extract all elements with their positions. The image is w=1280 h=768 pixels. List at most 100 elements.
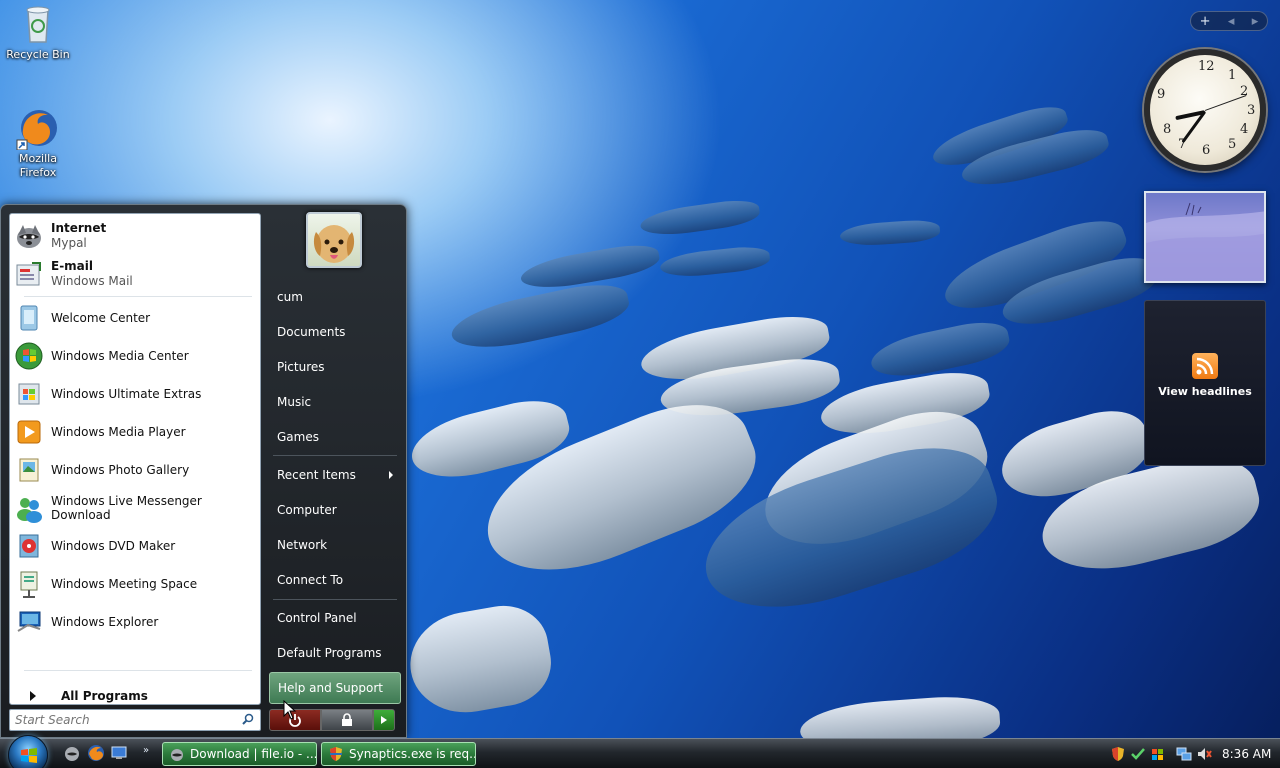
arrow-right-icon	[381, 716, 387, 724]
program-label: Windows Explorer	[51, 615, 159, 629]
lock-icon	[342, 713, 352, 726]
quicklaunch-mypal[interactable]	[63, 744, 81, 762]
right-item-label: Default Programs	[277, 646, 382, 660]
dvd-maker-icon	[14, 531, 44, 561]
messenger-icon	[14, 493, 44, 523]
system-tray: 8:36 AM	[1110, 742, 1276, 766]
program-windows-explorer[interactable]: Windows Explorer	[14, 604, 258, 640]
right-item-label: cum	[277, 290, 303, 304]
photo-gallery-icon	[14, 455, 44, 485]
program-label: Windows Live Messenger Download	[51, 494, 202, 522]
program-label: Windows Meeting Space	[51, 577, 198, 591]
program-windows-meeting-space[interactable]: Windows Meeting Space	[14, 566, 258, 602]
program-welcome-center[interactable]: Welcome Center	[14, 300, 258, 336]
program-label: Windows Media Player	[51, 425, 186, 439]
taskbar-button-download[interactable]: Download | file.io - ...	[162, 742, 317, 766]
right-item-computer[interactable]: Computer	[269, 494, 401, 526]
right-item-music[interactable]: Music	[269, 386, 401, 418]
program-label: Windows Photo Gallery	[51, 463, 190, 477]
pinned-item-subtitle: Windows Mail	[51, 274, 133, 288]
clock-number: 9	[1157, 87, 1166, 102]
windows-explorer-icon	[14, 607, 44, 637]
checkmark-icon[interactable]	[1130, 746, 1146, 762]
clock-number: 8	[1163, 122, 1172, 137]
program-label: Welcome Center	[51, 311, 151, 325]
feed-headlines-gadget[interactable]: View headlines	[1144, 300, 1266, 466]
program-windows-dvd-maker[interactable]: Windows DVD Maker	[14, 528, 258, 564]
program-label: Windows DVD Maker	[51, 539, 176, 553]
right-item-control-panel[interactable]: Control Panel	[269, 602, 401, 634]
ultimate-extras-icon	[14, 379, 44, 409]
clock-gadget[interactable]: 12 1 2 3 4 5 6 7 8 9 10 11	[1144, 49, 1266, 171]
next-gadget-button[interactable]: ▸	[1252, 14, 1259, 29]
rss-icon	[1192, 353, 1218, 379]
taskbar: » Download | file.io - ... Synaptics.exe…	[0, 735, 1280, 768]
right-item-label: Computer	[277, 503, 337, 517]
right-item-label: Games	[277, 430, 319, 444]
program-windows-live-messenger-download[interactable]: Windows Live Messenger Download	[14, 490, 258, 526]
quicklaunch-firefox[interactable]	[87, 744, 105, 762]
pinned-item-internet[interactable]: Internet Mypal	[14, 218, 258, 254]
right-item-label: Music	[277, 395, 312, 409]
right-item-recent-items[interactable]: Recent Items	[269, 459, 401, 491]
media-player-icon	[14, 417, 44, 447]
all-programs-button[interactable]: All Programs	[20, 686, 256, 706]
slideshow-gadget[interactable]	[1144, 191, 1266, 283]
pinned-item-email[interactable]: E-mail Windows Mail	[14, 256, 258, 292]
right-item-default-programs[interactable]: Default Programs	[269, 637, 401, 669]
right-item-documents[interactable]: Documents	[269, 316, 401, 348]
arrow-right-icon	[30, 691, 36, 701]
start-search-input[interactable]	[10, 710, 235, 730]
network-icon[interactable]	[1176, 746, 1192, 762]
prev-gadget-button[interactable]: ◂	[1228, 14, 1235, 29]
separator	[273, 455, 397, 456]
lock-button[interactable]	[321, 709, 373, 731]
mypal-icon	[65, 747, 79, 761]
program-windows-ultimate-extras[interactable]: Windows Ultimate Extras	[14, 376, 258, 412]
taskbar-button-synaptics[interactable]: Synaptics.exe is req...	[321, 742, 476, 766]
right-item-pictures[interactable]: Pictures	[269, 351, 401, 383]
search-icon[interactable]	[242, 713, 254, 725]
firefox-icon	[88, 745, 104, 761]
security-shield-icon[interactable]	[1110, 746, 1126, 762]
start-button[interactable]	[8, 735, 48, 768]
desktop-icon-firefox[interactable]: Mozilla Firefox	[0, 106, 76, 180]
all-programs-label: All Programs	[61, 689, 148, 703]
separator	[24, 296, 252, 297]
add-gadget-button[interactable]: +	[1200, 14, 1211, 29]
program-label: Windows Media Center	[51, 349, 189, 363]
pinned-item-title: Internet	[51, 221, 107, 235]
quicklaunch-overflow-button[interactable]: »	[143, 745, 149, 756]
mypal-icon	[171, 749, 183, 761]
welcome-center-icon	[14, 303, 44, 333]
right-item-games[interactable]: Games	[269, 421, 401, 453]
right-item-connect-to[interactable]: Connect To	[269, 564, 401, 596]
taskbar-button-label: Download | file.io - ...	[190, 747, 317, 761]
recycle-bin-icon	[16, 2, 60, 46]
view-headlines-label: View headlines	[1158, 385, 1252, 398]
user-avatar[interactable]	[306, 212, 362, 268]
taskbar-clock[interactable]: 8:36 AM	[1222, 747, 1271, 761]
media-center-icon	[14, 341, 44, 371]
pinned-item-subtitle: Mypal	[51, 236, 87, 250]
clock-number: 12	[1198, 59, 1215, 74]
desktop-icon-label: Recycle Bin	[6, 48, 70, 61]
desktop-icon-recycle-bin[interactable]: Recycle Bin	[0, 2, 76, 62]
desktop-icon-label: Mozilla Firefox	[19, 152, 57, 179]
right-item-network[interactable]: Network	[269, 529, 401, 561]
right-item-label: Recent Items	[277, 468, 356, 482]
volume-muted-icon[interactable]	[1196, 746, 1212, 762]
quicklaunch-show-desktop[interactable]	[110, 744, 128, 762]
right-item-label: Help and Support	[278, 681, 383, 695]
clock-number: 6	[1202, 143, 1211, 158]
slideshow-image	[1146, 202, 1264, 281]
program-windows-media-player[interactable]: Windows Media Player	[14, 414, 258, 450]
right-item-label: Documents	[277, 325, 346, 339]
right-item-user[interactable]: cum	[269, 281, 401, 313]
program-windows-photo-gallery[interactable]: Windows Photo Gallery	[14, 452, 258, 488]
windows-update-icon[interactable]	[1150, 746, 1166, 762]
program-windows-media-center[interactable]: Windows Media Center	[14, 338, 258, 374]
separator	[273, 599, 397, 600]
shutdown-options-button[interactable]	[373, 709, 395, 731]
pinned-item-title: E-mail	[51, 259, 94, 273]
